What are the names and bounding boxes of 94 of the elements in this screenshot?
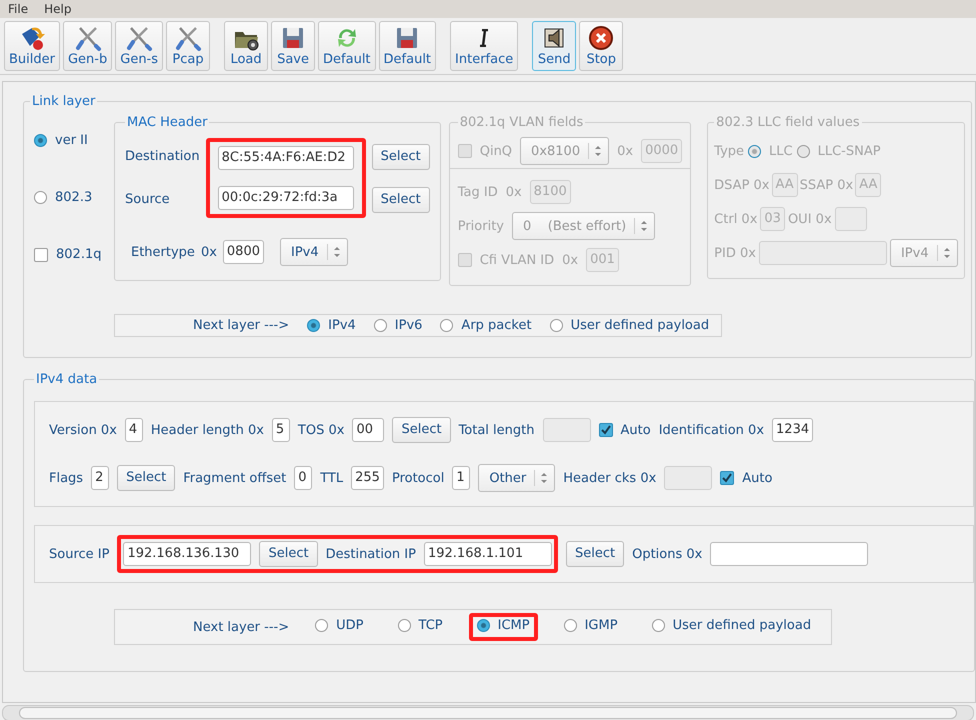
- select-button[interactable]: Select: [117, 465, 176, 491]
- field-label: Next layer --->: [193, 620, 290, 634]
- field-label: Tag ID: [458, 184, 498, 200]
- radio-button[interactable]: 802.3: [34, 190, 106, 205]
- field-label: OUI 0x: [788, 212, 832, 226]
- toolbar-button[interactable]: Stop: [579, 21, 624, 71]
- field-label: Header cks 0x: [563, 470, 656, 486]
- horizontal-scrollbar[interactable]: [2, 705, 974, 720]
- checkbox[interactable]: Auto: [720, 470, 772, 486]
- checkmark-icon: [600, 424, 612, 436]
- radio-button[interactable]: IPv4: [307, 318, 356, 333]
- field-label: Identification 0x: [658, 422, 764, 438]
- input-field[interactable]: 0800: [222, 240, 264, 264]
- group-title: MAC Header: [126, 115, 208, 130]
- radio-button[interactable]: Arp packet: [440, 318, 532, 333]
- select-button[interactable]: Select: [392, 417, 451, 443]
- field-label: Protocol: [392, 470, 444, 486]
- input-field[interactable]: 192.168.136.130: [123, 542, 252, 566]
- toolbar-button[interactable]: Builder: [4, 21, 60, 71]
- tools-icon: [74, 24, 102, 52]
- group-title: IPv4 data: [35, 372, 98, 387]
- input-field[interactable]: 00:0c:29:72:fd:3a: [218, 186, 354, 210]
- field-label: Destination IP: [326, 546, 416, 562]
- dropdown[interactable]: IPv4: [280, 238, 348, 266]
- field-label: Total length: [458, 422, 534, 438]
- toolbar-button[interactable]: Interface: [450, 21, 518, 71]
- field-label: Source: [125, 192, 170, 207]
- radio-button[interactable]: UDP: [315, 618, 364, 633]
- field-label: Flags: [49, 470, 84, 486]
- toolbar-button[interactable]: Load: [224, 21, 268, 71]
- field-label: Header length 0x: [150, 422, 264, 438]
- field-label: Fragment offset: [183, 470, 286, 486]
- toolbar-button[interactable]: Send: [532, 21, 576, 71]
- toolbar-button[interactable]: Default: [378, 21, 436, 71]
- input-field[interactable]: 192.168.1.101: [424, 542, 552, 566]
- radio-button[interactable]: IGMP: [564, 618, 618, 633]
- field-label: SSAP 0x: [800, 178, 854, 192]
- spinner-arrows-icon: [326, 244, 343, 260]
- field-label: 0x: [506, 184, 522, 200]
- toolbar-button[interactable]: Pcap: [166, 21, 210, 71]
- checkbox[interactable]: 802.1q: [34, 247, 106, 262]
- stop-icon: [587, 24, 616, 52]
- group-title: 802.3 LLC field values: [715, 115, 861, 130]
- radio-button[interactable]: IPv6: [374, 318, 422, 333]
- dropdown[interactable]: Other: [478, 464, 556, 492]
- field-label: 0x: [617, 144, 634, 158]
- menu-item[interactable]: File: [8, 2, 28, 16]
- input-field[interactable]: 255: [351, 466, 384, 490]
- checkmark-icon: [721, 472, 734, 484]
- radio-button[interactable]: ICMP: [476, 618, 530, 633]
- field-label: 0x: [562, 252, 578, 268]
- toolbar-button[interactable]: Gen-b: [62, 21, 112, 71]
- tools-icon: [125, 24, 154, 52]
- radio-button[interactable]: TCP: [398, 618, 443, 633]
- field-label: DSAP 0x: [714, 178, 770, 192]
- field-label: Source IP: [49, 546, 110, 562]
- menu-item[interactable]: Help: [44, 2, 72, 16]
- text-cursor-icon: [479, 29, 490, 47]
- input-field[interactable]: 8C:55:4A:F6:AE:D2: [218, 146, 354, 170]
- field-label: Type: [714, 144, 744, 158]
- input-field[interactable]: 2: [91, 466, 110, 490]
- group-title: 802.1q VLAN fields: [458, 115, 584, 130]
- field-label: Ethertype: [131, 244, 195, 260]
- tools-icon: [174, 24, 202, 52]
- radio-button[interactable]: ver II: [34, 133, 106, 148]
- select-button[interactable]: Select: [372, 186, 430, 212]
- input-field[interactable]: 1: [452, 466, 470, 490]
- input-field[interactable]: [710, 542, 868, 566]
- field-label: Ctrl 0x: [714, 212, 758, 226]
- input-field[interactable]: 5: [272, 418, 290, 442]
- spinner-arrows-icon: [936, 245, 953, 261]
- input-field[interactable]: 1234: [772, 418, 814, 442]
- field-label: PID 0x: [714, 246, 756, 260]
- field-label: TOS 0x: [298, 422, 344, 438]
- field-label: Next layer --->: [193, 318, 290, 333]
- field-label: TTL: [320, 470, 344, 486]
- field-label: Destination: [125, 149, 200, 164]
- field-label: Priority: [458, 218, 504, 234]
- radio-button[interactable]: User defined payload: [652, 618, 812, 633]
- group-title: Link layer: [31, 94, 96, 109]
- select-button[interactable]: Select: [372, 144, 430, 170]
- select-button[interactable]: Select: [566, 541, 624, 567]
- field-label: Options 0x: [632, 546, 702, 562]
- radio-button[interactable]: User defined payload: [550, 318, 710, 333]
- checkbox[interactable]: Auto: [598, 422, 651, 438]
- toolbar-button[interactable]: Save: [271, 21, 316, 71]
- input-field[interactable]: 4: [124, 418, 143, 442]
- select-button[interactable]: Select: [259, 541, 318, 567]
- field-label: 0x: [200, 244, 217, 260]
- input-field[interactable]: 0: [294, 466, 312, 490]
- toolbar-button[interactable]: Default: [318, 21, 376, 71]
- field-label: Version 0x: [49, 422, 117, 438]
- input-field[interactable]: 00: [352, 418, 384, 442]
- toolbar-button[interactable]: Gen-s: [115, 21, 164, 71]
